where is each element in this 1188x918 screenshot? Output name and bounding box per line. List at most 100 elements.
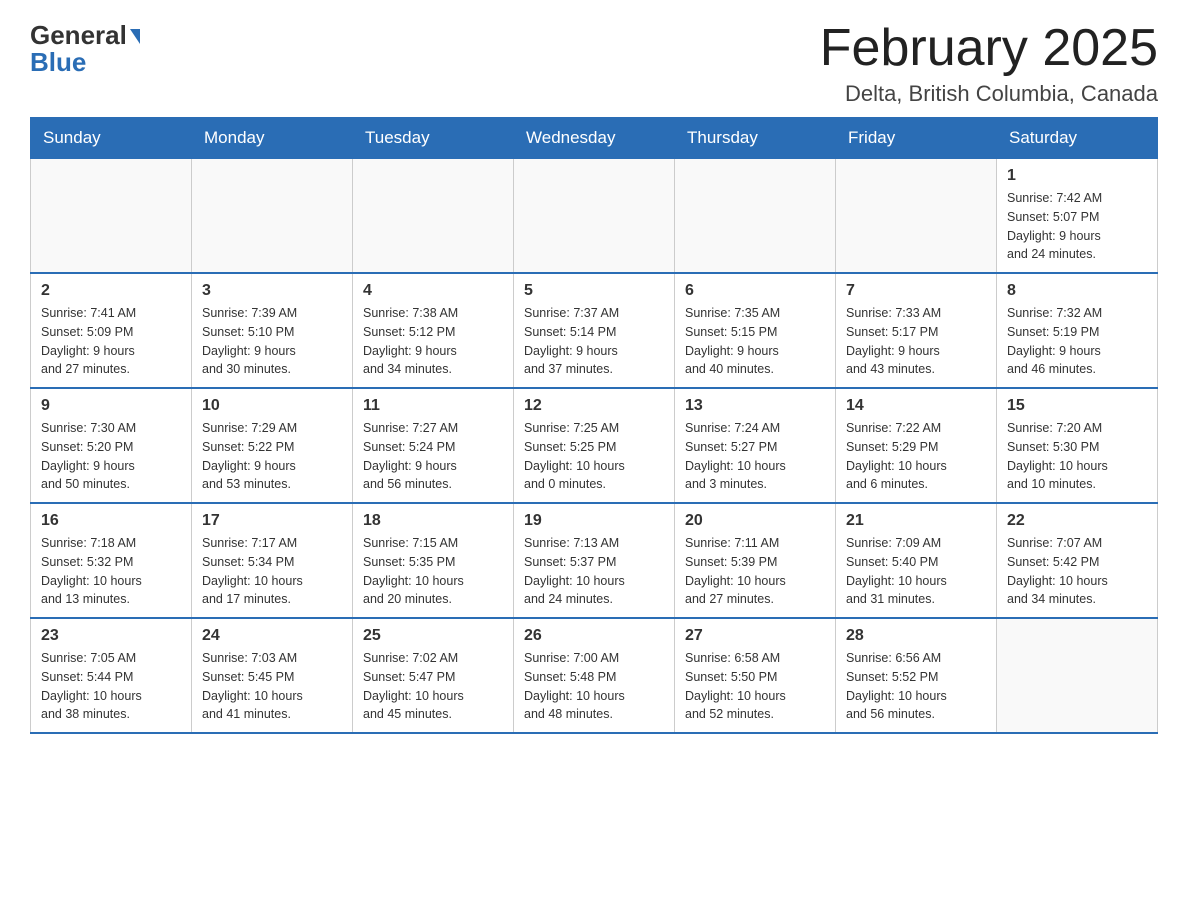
day-number: 16 (41, 512, 181, 530)
day-number: 26 (524, 627, 664, 645)
calendar-cell: 3 Sunrise: 7:39 AM Sunset: 5:10 PM Daylig… (192, 273, 353, 388)
calendar-cell: 4Sunrise: 7:38 AM Sunset: 5:12 PM Daylig… (353, 273, 514, 388)
day-info: Sunrise: 7:20 AM Sunset: 5:30 PM Dayligh… (1007, 419, 1147, 494)
week-row-5: 23 Sunrise: 7:05 AM Sunset: 5:44 PM Dayli… (31, 618, 1158, 733)
day-info: Sunrise: 7:15 AM Sunset: 5:35 PM Dayligh… (363, 534, 503, 609)
calendar-cell: 5 Sunrise: 7:37 AM Sunset: 5:14 PM Daylig… (514, 273, 675, 388)
day-info: Sunrise: 7:39 AM Sunset: 5:10 PM Dayligh… (202, 304, 342, 379)
page-header: General Blue February 2025 Delta, Britis… (30, 20, 1158, 107)
page-subtitle: Delta, British Columbia, Canada (820, 81, 1158, 107)
calendar-table: SundayMondayTuesdayWednesdayThursdayFrid… (30, 117, 1158, 734)
day-number: 14 (846, 397, 986, 415)
calendar-cell: 21 Sunrise: 7:09 AM Sunset: 5:40 PM Dayli… (836, 503, 997, 618)
day-number: 4 (363, 282, 503, 300)
calendar-cell: 8 Sunrise: 7:32 AM Sunset: 5:19 PM Daylig… (997, 273, 1158, 388)
column-header-saturday: Saturday (997, 118, 1158, 159)
day-info: Sunrise: 7:09 AM Sunset: 5:40 PM Dayligh… (846, 534, 986, 609)
day-number: 6 (685, 282, 825, 300)
calendar-cell (192, 159, 353, 274)
day-number: 28 (846, 627, 986, 645)
day-info: Sunrise: 7:11 AM Sunset: 5:39 PM Dayligh… (685, 534, 825, 609)
day-info: Sunrise: 7:03 AM Sunset: 5:45 PM Dayligh… (202, 649, 342, 724)
calendar-cell: 25Sunrise: 7:02 AM Sunset: 5:47 PM Dayli… (353, 618, 514, 733)
day-info: Sunrise: 7:05 AM Sunset: 5:44 PM Dayligh… (41, 649, 181, 724)
calendar-cell: 18 Sunrise: 7:15 AM Sunset: 5:35 PM Dayli… (353, 503, 514, 618)
day-info: Sunrise: 7:24 AM Sunset: 5:27 PM Dayligh… (685, 419, 825, 494)
calendar-cell: 10Sunrise: 7:29 AM Sunset: 5:22 PM Dayli… (192, 388, 353, 503)
day-info: Sunrise: 7:33 AM Sunset: 5:17 PM Dayligh… (846, 304, 986, 379)
column-header-sunday: Sunday (31, 118, 192, 159)
header-row: SundayMondayTuesdayWednesdayThursdayFrid… (31, 118, 1158, 159)
day-info: Sunrise: 7:27 AM Sunset: 5:24 PM Dayligh… (363, 419, 503, 494)
day-info: Sunrise: 7:22 AM Sunset: 5:29 PM Dayligh… (846, 419, 986, 494)
day-number: 5 (524, 282, 664, 300)
calendar-cell: 23 Sunrise: 7:05 AM Sunset: 5:44 PM Dayli… (31, 618, 192, 733)
calendar-cell: 28 Sunrise: 6:56 AM Sunset: 5:52 PM Dayli… (836, 618, 997, 733)
calendar-cell: 14 Sunrise: 7:22 AM Sunset: 5:29 PM Dayli… (836, 388, 997, 503)
day-info: Sunrise: 7:41 AM Sunset: 5:09 PM Dayligh… (41, 304, 181, 379)
column-header-thursday: Thursday (675, 118, 836, 159)
week-row-2: 2 Sunrise: 7:41 AM Sunset: 5:09 PM Daylig… (31, 273, 1158, 388)
logo: General Blue (30, 20, 140, 78)
day-number: 20 (685, 512, 825, 530)
day-info: Sunrise: 7:18 AM Sunset: 5:32 PM Dayligh… (41, 534, 181, 609)
day-number: 17 (202, 512, 342, 530)
day-number: 11 (363, 397, 503, 415)
day-info: Sunrise: 7:37 AM Sunset: 5:14 PM Dayligh… (524, 304, 664, 379)
calendar-cell (836, 159, 997, 274)
day-info: Sunrise: 7:07 AM Sunset: 5:42 PM Dayligh… (1007, 534, 1147, 609)
calendar-cell (675, 159, 836, 274)
day-info: Sunrise: 7:42 AM Sunset: 5:07 PM Dayligh… (1007, 189, 1147, 264)
day-number: 15 (1007, 397, 1147, 415)
day-info: Sunrise: 6:58 AM Sunset: 5:50 PM Dayligh… (685, 649, 825, 724)
day-number: 18 (363, 512, 503, 530)
calendar-cell: 22Sunrise: 7:07 AM Sunset: 5:42 PM Dayli… (997, 503, 1158, 618)
calendar-cell: 20 Sunrise: 7:11 AM Sunset: 5:39 PM Dayli… (675, 503, 836, 618)
day-info: Sunrise: 7:25 AM Sunset: 5:25 PM Dayligh… (524, 419, 664, 494)
day-number: 1 (1007, 167, 1147, 185)
day-info: Sunrise: 7:13 AM Sunset: 5:37 PM Dayligh… (524, 534, 664, 609)
day-number: 10 (202, 397, 342, 415)
day-number: 27 (685, 627, 825, 645)
column-header-wednesday: Wednesday (514, 118, 675, 159)
calendar-cell (514, 159, 675, 274)
day-info: Sunrise: 7:17 AM Sunset: 5:34 PM Dayligh… (202, 534, 342, 609)
calendar-cell (31, 159, 192, 274)
week-row-3: 9Sunrise: 7:30 AM Sunset: 5:20 PM Daylig… (31, 388, 1158, 503)
day-number: 9 (41, 397, 181, 415)
column-header-tuesday: Tuesday (353, 118, 514, 159)
day-info: Sunrise: 7:02 AM Sunset: 5:47 PM Dayligh… (363, 649, 503, 724)
day-number: 24 (202, 627, 342, 645)
calendar-cell: 7 Sunrise: 7:33 AM Sunset: 5:17 PM Daylig… (836, 273, 997, 388)
day-number: 19 (524, 512, 664, 530)
calendar-cell: 12 Sunrise: 7:25 AM Sunset: 5:25 PM Dayli… (514, 388, 675, 503)
calendar-cell: 27 Sunrise: 6:58 AM Sunset: 5:50 PM Dayli… (675, 618, 836, 733)
day-number: 3 (202, 282, 342, 300)
day-info: Sunrise: 6:56 AM Sunset: 5:52 PM Dayligh… (846, 649, 986, 724)
day-number: 13 (685, 397, 825, 415)
calendar-cell: 1 Sunrise: 7:42 AM Sunset: 5:07 PM Daylig… (997, 159, 1158, 274)
day-number: 8 (1007, 282, 1147, 300)
week-row-1: 1 Sunrise: 7:42 AM Sunset: 5:07 PM Daylig… (31, 159, 1158, 274)
day-number: 12 (524, 397, 664, 415)
calendar-cell: 19 Sunrise: 7:13 AM Sunset: 5:37 PM Dayli… (514, 503, 675, 618)
calendar-cell (997, 618, 1158, 733)
calendar-cell: 11 Sunrise: 7:27 AM Sunset: 5:24 PM Dayli… (353, 388, 514, 503)
day-number: 2 (41, 282, 181, 300)
logo-blue-text: Blue (30, 47, 86, 78)
calendar-cell: 9Sunrise: 7:30 AM Sunset: 5:20 PM Daylig… (31, 388, 192, 503)
calendar-cell: 17 Sunrise: 7:17 AM Sunset: 5:34 PM Dayli… (192, 503, 353, 618)
calendar-cell (353, 159, 514, 274)
page-title: February 2025 (820, 20, 1158, 77)
calendar-cell: 15 Sunrise: 7:20 AM Sunset: 5:30 PM Dayli… (997, 388, 1158, 503)
column-header-friday: Friday (836, 118, 997, 159)
title-section: February 2025 Delta, British Columbia, C… (820, 20, 1158, 107)
day-number: 21 (846, 512, 986, 530)
day-number: 23 (41, 627, 181, 645)
day-info: Sunrise: 7:35 AM Sunset: 5:15 PM Dayligh… (685, 304, 825, 379)
day-info: Sunrise: 7:32 AM Sunset: 5:19 PM Dayligh… (1007, 304, 1147, 379)
calendar-cell: 16 Sunrise: 7:18 AM Sunset: 5:32 PM Dayli… (31, 503, 192, 618)
calendar-cell: 24 Sunrise: 7:03 AM Sunset: 5:45 PM Dayli… (192, 618, 353, 733)
logo-triangle-icon (130, 29, 140, 44)
day-number: 7 (846, 282, 986, 300)
